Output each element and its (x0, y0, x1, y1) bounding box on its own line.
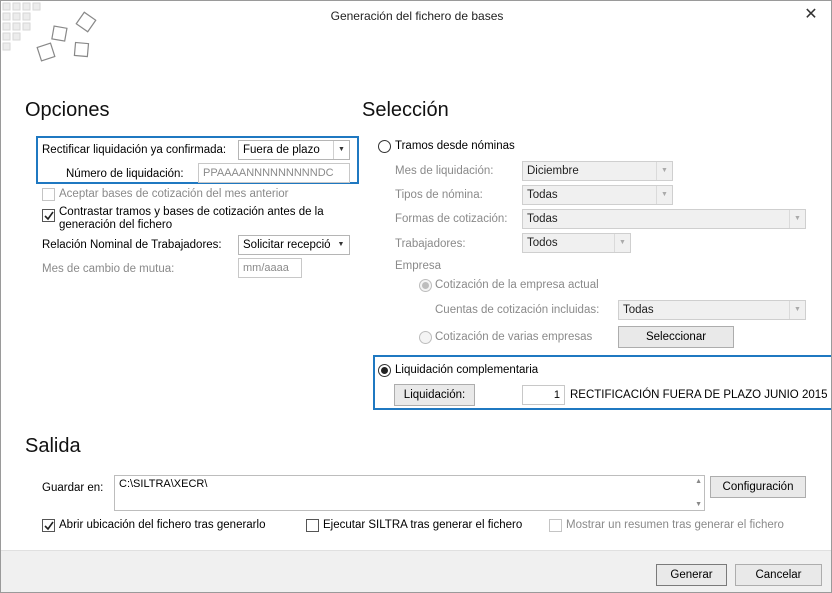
chevron-down-icon: ▼ (333, 141, 349, 159)
mes-cambio-input[interactable]: mm/aaaa (238, 258, 302, 278)
trabajadores-select[interactable]: Todos ▼ (522, 233, 631, 253)
relacion-label: Relación Nominal de Trabajadores: (42, 239, 222, 251)
guardar-path-field[interactable]: C:\SILTRA\XECR\ ▲ ▼ (114, 475, 705, 511)
aceptar-label: Aceptar bases de cotización del mes ante… (59, 188, 289, 200)
relacion-select-value: Solicitar recepció (243, 239, 331, 251)
cancelar-button[interactable]: Cancelar (735, 564, 822, 586)
chevron-down-icon: ▼ (656, 162, 672, 180)
cot-varias-radio[interactable] (419, 331, 432, 344)
cot-actual-radio[interactable] (419, 279, 432, 292)
tipos-nomina-select[interactable]: Todas ▼ (522, 185, 673, 205)
formas-cotizacion-label: Formas de cotización: (395, 213, 508, 225)
trabajadores-label: Trabajadores: (395, 238, 466, 250)
rectificar-select[interactable]: Fuera de plazo ▼ (238, 140, 350, 160)
chevron-down-icon: ▼ (789, 210, 805, 228)
abrir-label: Abrir ubicación del fichero tras generar… (59, 519, 266, 531)
tipos-nomina-value: Todas (527, 189, 558, 201)
formas-cotizacion-value: Todas (527, 213, 558, 225)
mes-liquidacion-label: Mes de liquidación: (395, 165, 494, 177)
checkmark-icon (44, 211, 54, 221)
rectificar-label: Rectificar liquidación ya confirmada: (42, 144, 227, 156)
tramos-radio[interactable] (378, 140, 391, 153)
ejecutar-label: Ejecutar SILTRA tras generar el fichero (323, 519, 523, 531)
chevron-down-icon: ▼ (333, 236, 349, 254)
checkmark-icon (44, 521, 54, 531)
mes-liquidacion-value: Diciembre (527, 165, 579, 177)
trabajadores-value: Todos (527, 237, 558, 249)
tipos-nomina-label: Tipos de nómina: (395, 189, 483, 201)
cuentas-label: Cuentas de cotización incluidas: (435, 304, 600, 316)
cot-varias-label: Cotización de varias empresas (435, 331, 593, 343)
numero-liquidacion-label: Número de liquidación: (66, 168, 184, 180)
rectificar-select-value: Fuera de plazo (243, 144, 320, 156)
scroll-down-icon[interactable]: ▼ (695, 501, 702, 508)
liq-complementaria-label: Liquidación complementaria (395, 364, 539, 376)
empresa-label: Empresa (395, 260, 442, 272)
chevron-down-icon: ▼ (789, 301, 805, 319)
seleccionar-button[interactable]: Seleccionar (618, 326, 734, 348)
radio-dot-icon (422, 282, 429, 289)
relacion-select[interactable]: Solicitar recepció ▼ (238, 235, 350, 255)
mes-cambio-label: Mes de cambio de mutua: (42, 263, 175, 275)
tramos-label: Tramos desde nóminas (395, 140, 515, 152)
chevron-down-icon: ▼ (614, 234, 630, 252)
contrastar-checkbox[interactable] (42, 209, 55, 222)
guardar-path-value: C:\SILTRA\XECR\ (119, 478, 208, 490)
scroll-up-icon[interactable]: ▲ (695, 478, 702, 485)
aceptar-checkbox[interactable] (42, 188, 55, 201)
liq-complementaria-radio[interactable] (378, 364, 391, 377)
cuentas-value: Todas (623, 304, 654, 316)
mes-liquidacion-select[interactable]: Diciembre ▼ (522, 161, 673, 181)
cuentas-select[interactable]: Todas ▼ (618, 300, 806, 320)
liquidacion-button[interactable]: Liquidación: (394, 384, 475, 406)
abrir-checkbox[interactable] (42, 519, 55, 532)
contrastar-label-line1: Contrastar tramos y bases de cotización … (59, 206, 324, 218)
dialog-window: Generación del fichero de bases ✕ Opcion… (0, 0, 832, 593)
seleccion-heading: Selección (362, 99, 449, 121)
chevron-down-icon: ▼ (656, 186, 672, 204)
radio-dot-icon (381, 367, 388, 374)
guardar-label: Guardar en: (42, 482, 104, 494)
formas-cotizacion-select[interactable]: Todas ▼ (522, 209, 806, 229)
mostrar-checkbox[interactable] (549, 519, 562, 532)
configuracion-button[interactable]: Configuración (710, 476, 806, 498)
close-icon[interactable]: ✕ (801, 5, 821, 25)
salida-heading: Salida (25, 435, 81, 457)
cot-actual-label: Cotización de la empresa actual (435, 279, 599, 291)
ejecutar-checkbox[interactable] (306, 519, 319, 532)
mostrar-label: Mostrar un resumen tras generar el fiche… (566, 519, 784, 531)
window-title: Generación del fichero de bases (330, 9, 504, 23)
contrastar-label-line2: generación del fichero (59, 219, 173, 231)
liquidacion-number-input[interactable]: 1 (522, 385, 565, 405)
generar-button[interactable]: Generar (656, 564, 727, 586)
numero-liquidacion-input[interactable]: PPAAAANNNNNNNNNDC (198, 163, 350, 183)
liquidacion-description: RECTIFICACIÓN FUERA DE PLAZO JUNIO 2015 (570, 389, 828, 401)
opciones-heading: Opciones (25, 99, 110, 121)
